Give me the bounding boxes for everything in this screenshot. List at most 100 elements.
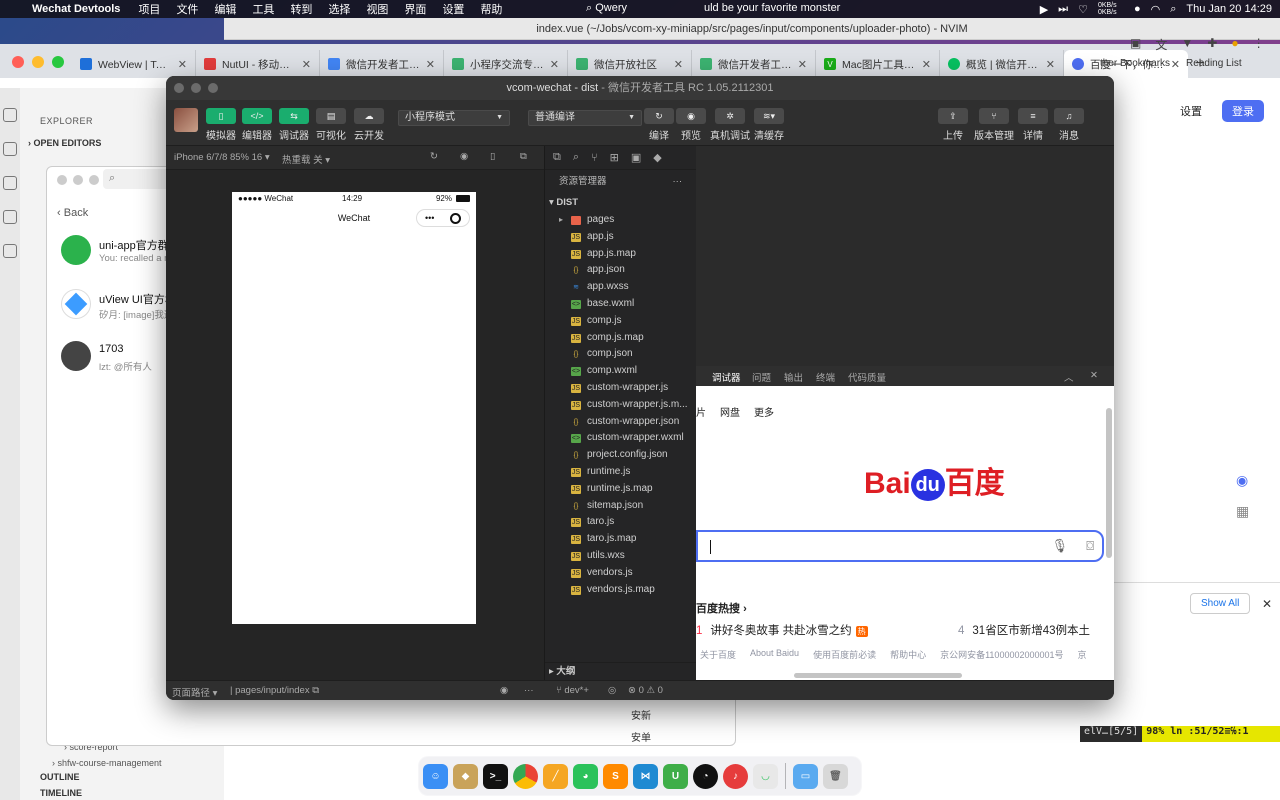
popout-icon[interactable]: ⧉ — [520, 151, 527, 162]
search-icon[interactable] — [3, 142, 17, 156]
member-item[interactable]: 安新 — [631, 707, 651, 722]
pages-app-icon[interactable]: ╱ — [543, 763, 568, 789]
devtools-app-icon[interactable]: ◡ — [753, 763, 778, 789]
wifi-icon[interactable]: ◠ — [1151, 3, 1161, 16]
hot-search-item[interactable]: 1 讲好冬奥故事 共赴冰雪之约热 — [696, 622, 868, 638]
phone-icon[interactable]: ▯ — [490, 151, 495, 162]
archive-app-icon[interactable]: ◆ — [453, 763, 478, 789]
footer-link[interactable]: 帮助中心 — [890, 648, 926, 661]
tab-nutui[interactable]: NutUI - 移动端 Vu ✕ — [196, 50, 320, 78]
hot-search-item[interactable]: 4 31省区市新增43例本土 — [958, 622, 1090, 638]
menu-item-edit[interactable]: 编辑 — [214, 1, 236, 17]
trash-icon[interactable]: 🗑 — [823, 763, 848, 789]
close-tab-icon[interactable]: ✕ — [550, 58, 559, 71]
next-icon[interactable]: ⏭ — [1058, 3, 1068, 16]
footer-link[interactable]: 京 — [1078, 648, 1087, 661]
footer-link[interactable]: 使用百度前必读 — [813, 648, 876, 661]
menu-item-select[interactable]: 选择 — [328, 1, 350, 17]
file-item[interactable]: {} app.json — [545, 262, 696, 279]
file-item[interactable]: {} custom-wrapper.json — [545, 414, 696, 431]
qq-icon[interactable]: ◔ — [693, 763, 718, 789]
file-item[interactable]: JS runtime.js.map — [545, 481, 696, 498]
menu-item-settings[interactable]: 设置 — [442, 1, 464, 17]
footer-link[interactable]: About Baidu — [750, 648, 799, 661]
files-icon[interactable]: ⧉ — [553, 151, 561, 164]
editor-button[interactable]: </> 编辑器 — [242, 108, 272, 142]
close-tab-icon[interactable]: ✕ — [302, 58, 311, 71]
back-button[interactable]: ‹ Back — [57, 207, 88, 219]
datetime[interactable]: Thu Jan 20 14:29 — [1186, 3, 1272, 15]
eye-icon[interactable]: ◉ — [500, 685, 508, 696]
problems-status[interactable]: ⊗ 0 ⚠ 0 — [628, 685, 663, 696]
debug-icon[interactable]: ▣ — [631, 151, 641, 164]
file-item[interactable]: ≋ app.wxss — [545, 279, 696, 296]
branch-status[interactable]: ⑂ dev*+ — [556, 685, 589, 696]
tab-output[interactable]: 输出 — [784, 370, 803, 384]
wechat-icon[interactable]: ◕ — [573, 763, 598, 789]
phone-screen[interactable]: ●●●●● WeChat 14:29 92% WeChat ••• — [232, 192, 476, 624]
search-icon[interactable]: ⌕ — [1170, 3, 1176, 16]
baidu-pan-link[interactable]: 网盘 — [720, 404, 740, 419]
file-item[interactable]: <> custom-wrapper.wxml — [545, 430, 696, 447]
file-item[interactable]: JS custom-wrapper.js — [545, 380, 696, 397]
remote-debug-button[interactable]: ✲ 真机调试 — [710, 108, 750, 142]
close-tab-icon[interactable]: ✕ — [674, 58, 683, 71]
zoom-window-button[interactable] — [89, 175, 99, 185]
tab-mac-preview[interactable]: V Mac图片工具'预览 ✕ — [816, 50, 940, 78]
extensions-icon[interactable]: ⊞ — [610, 151, 619, 164]
file-item[interactable]: <> comp.wxml — [545, 363, 696, 380]
device-select[interactable]: iPhone 6/7/8 85% 16 ▾ — [174, 152, 270, 163]
menu-item-help[interactable]: 帮助 — [480, 1, 502, 17]
translate-icon[interactable]: 文 — [1155, 36, 1167, 53]
file-item[interactable]: {} sitemap.json — [545, 498, 696, 515]
uniapp-icon[interactable]: U — [663, 763, 688, 789]
close-window-button[interactable] — [12, 56, 24, 68]
compile-select[interactable]: 普通编译 ▼ — [528, 110, 642, 126]
file-item[interactable]: {} comp.json — [545, 346, 696, 363]
file-item[interactable]: JS comp.js — [545, 313, 696, 330]
simulator-button[interactable]: ▯ 模拟器 — [206, 108, 236, 142]
folder-item[interactable]: ▸ pages — [545, 212, 696, 229]
file-item[interactable]: JS app.js.map — [545, 246, 696, 263]
menu-item-project[interactable]: 项目 — [138, 1, 160, 17]
vue-devtools-icon[interactable]: ▼ — [1181, 36, 1193, 53]
rotate-icon[interactable]: ↻ — [430, 151, 438, 162]
close-tab-icon[interactable]: ✕ — [922, 58, 931, 71]
page-path-select[interactable]: 页面路径 ▾ — [172, 685, 217, 699]
horizontal-scrollbar[interactable] — [794, 673, 962, 678]
more-icon[interactable]: ⋮ — [1253, 36, 1265, 53]
more-icon[interactable]: ••• — [425, 210, 434, 226]
more-icon[interactable]: ··· — [524, 685, 534, 696]
version-button[interactable]: ⑂ 版本管理 — [974, 108, 1014, 142]
file-item[interactable]: JS taro.js — [545, 514, 696, 531]
zoom-window-button[interactable] — [208, 83, 218, 93]
zoom-window-button[interactable] — [52, 56, 64, 68]
camera-icon[interactable]: ⌼ — [1086, 538, 1094, 554]
minimize-window-button[interactable] — [191, 83, 201, 93]
feedback-icon[interactable]: ◉ — [1236, 472, 1249, 489]
chrome-icon[interactable] — [513, 763, 538, 789]
tab-issues[interactable]: 问题 — [752, 370, 771, 384]
qrcode-icon[interactable]: ▦ — [1236, 503, 1249, 520]
hot-search-title[interactable]: 百度热搜 › — [696, 600, 747, 616]
extension-icon[interactable]: ▣ — [1130, 36, 1141, 53]
user-avatar[interactable] — [174, 108, 198, 132]
sync-icon[interactable]: ◎ — [608, 685, 616, 696]
close-window-button[interactable] — [57, 175, 67, 185]
minimize-window-button[interactable] — [73, 175, 83, 185]
file-item[interactable]: {} project.config.json — [545, 447, 696, 464]
close-miniapp-icon[interactable] — [450, 213, 461, 224]
source-control-icon[interactable] — [3, 176, 17, 190]
messages-button[interactable]: ♫ 消息 — [1054, 108, 1084, 142]
footer-link[interactable]: 关于百度 — [700, 648, 736, 661]
baidu-settings-link[interactable]: 设置 — [1180, 103, 1202, 119]
close-downloads-icon[interactable]: ✕ — [1262, 597, 1272, 611]
menu-item-file[interactable]: 文件 — [176, 1, 198, 17]
tab-terminal[interactable]: 终端 — [816, 370, 835, 384]
files-icon[interactable] — [3, 108, 17, 122]
minimize-window-button[interactable] — [32, 56, 44, 68]
reading-list[interactable]: Reading List — [1186, 58, 1242, 69]
extensions-icon[interactable] — [3, 244, 17, 258]
close-tab-icon[interactable]: ✕ — [1046, 58, 1055, 71]
heart-icon[interactable]: ♡ — [1078, 3, 1088, 16]
